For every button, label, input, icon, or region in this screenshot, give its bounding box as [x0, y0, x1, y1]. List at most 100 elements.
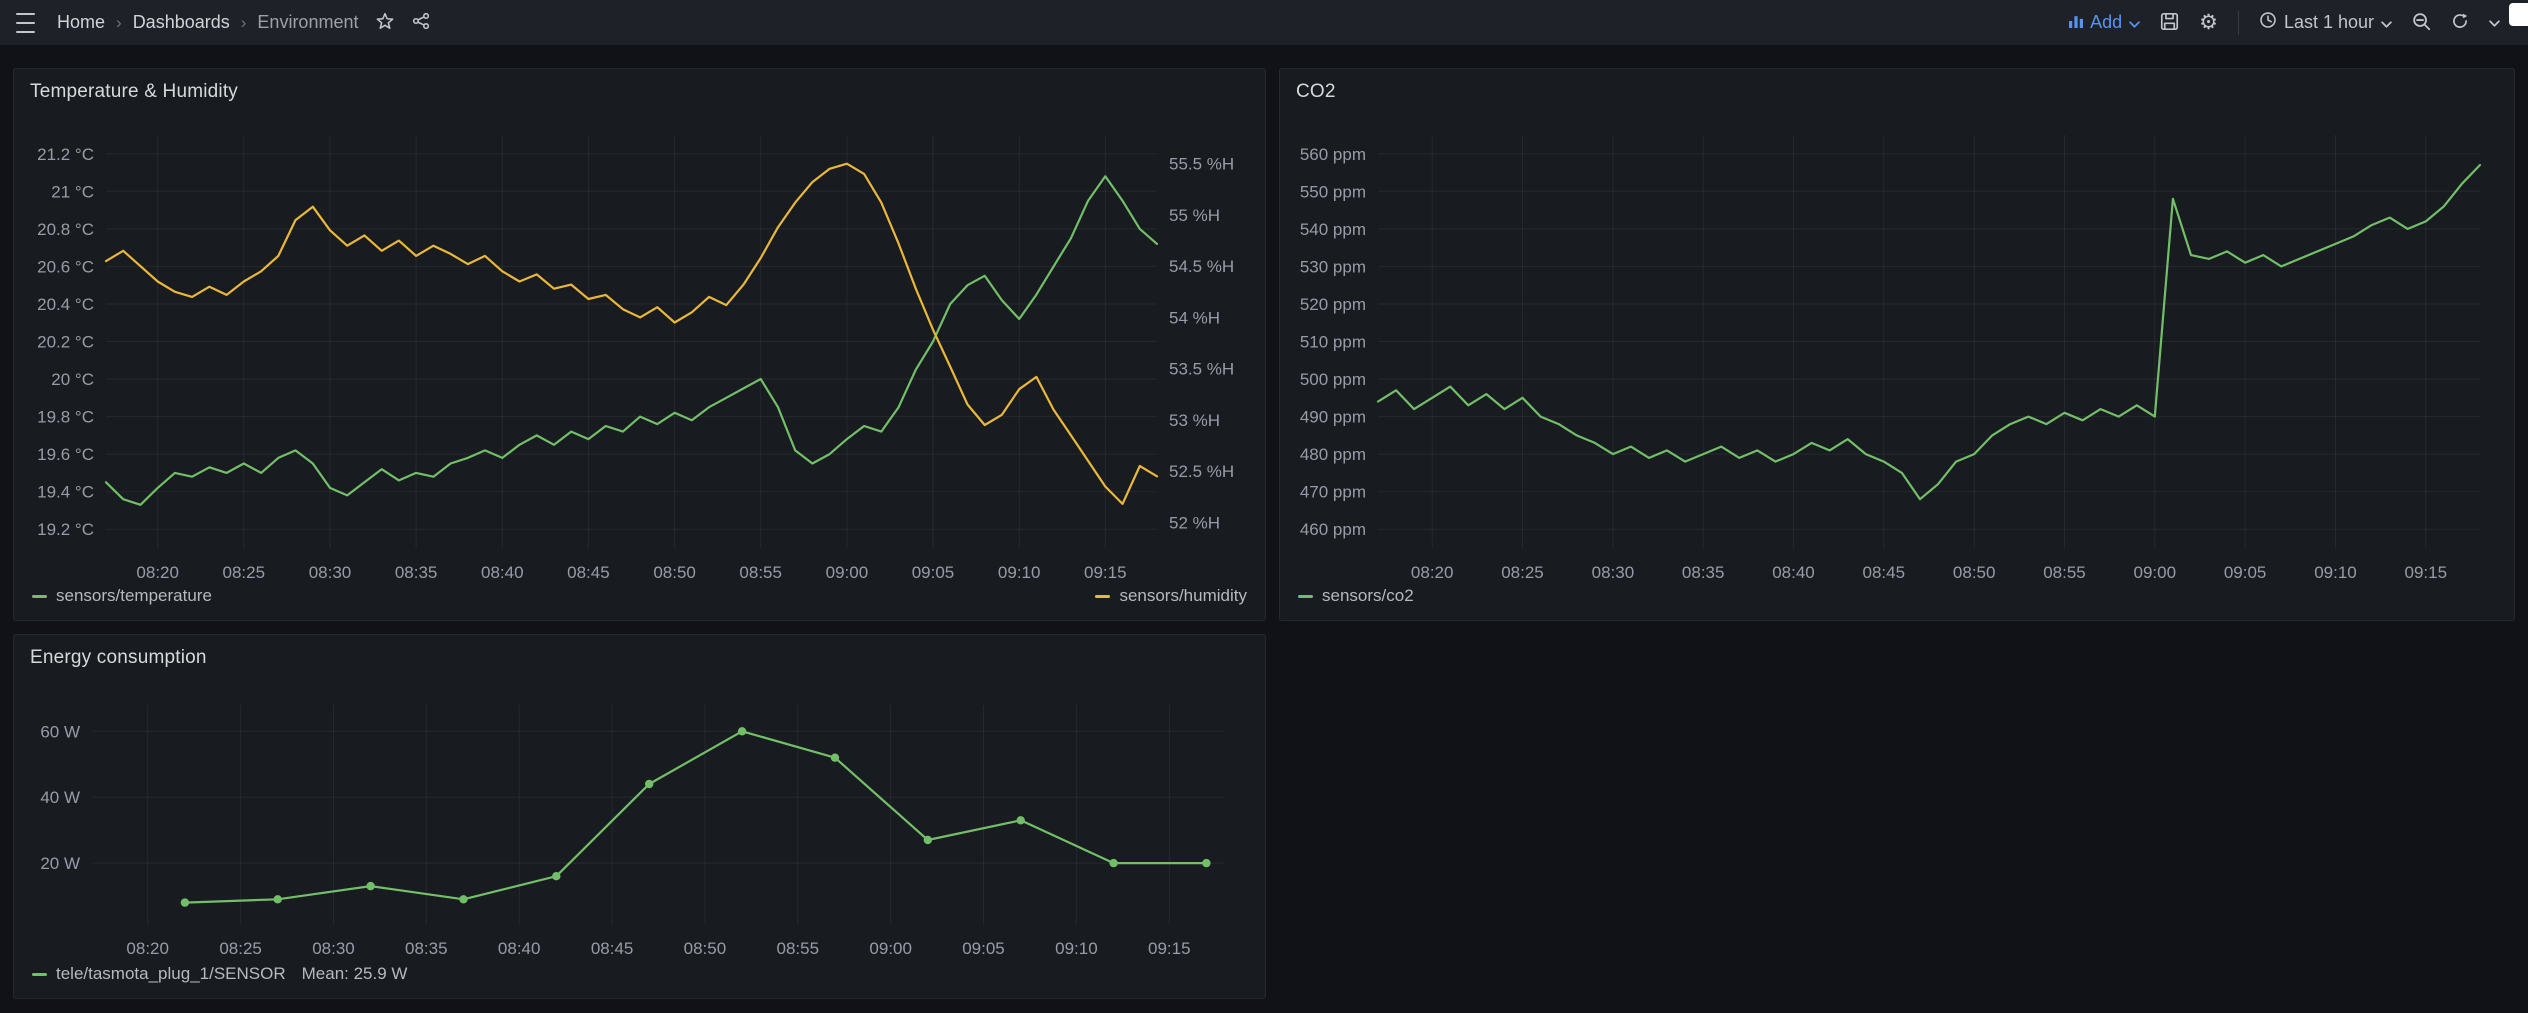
share-icon [412, 12, 430, 33]
svg-text:19.6 °C: 19.6 °C [37, 445, 94, 464]
svg-text:09:05: 09:05 [962, 939, 1005, 958]
svg-text:21 °C: 21 °C [51, 182, 94, 201]
svg-text:09:10: 09:10 [2314, 563, 2357, 580]
add-panel-icon [2069, 12, 2083, 33]
energy-chart[interactable]: 08:2008:2508:3008:3508:4008:4508:5008:55… [22, 679, 1257, 958]
clock-icon [2259, 11, 2277, 34]
panel-header[interactable]: CO2 [1280, 69, 2514, 113]
svg-text:08:55: 08:55 [2043, 563, 2086, 580]
share-dashboard-button[interactable] [412, 12, 430, 33]
svg-text:520 ppm: 520 ppm [1300, 295, 1366, 314]
svg-text:08:25: 08:25 [1501, 563, 1544, 580]
add-button-label: Add [2090, 12, 2122, 33]
dashboard-grid: Temperature & Humidity 08:20 08:25 08:30 08… [0, 45, 2528, 999]
legend-item-co2[interactable]: sensors/co2 [1298, 586, 1414, 606]
svg-text:08:40: 08:40 [1772, 563, 1815, 580]
temperature-humidity-chart[interactable]: 08:2008:2508:3008:3508:4008:4508:5008:55… [22, 113, 1257, 580]
svg-text:55 %H: 55 %H [1169, 206, 1220, 225]
svg-text:08:45: 08:45 [567, 563, 610, 580]
breadcrumb-home[interactable]: Home [57, 12, 105, 33]
dashboard-settings-button[interactable]: ⚙ [2199, 12, 2218, 33]
chevron-down-icon [2381, 12, 2392, 33]
svg-text:54 %H: 54 %H [1169, 308, 1220, 327]
svg-text:08:35: 08:35 [1682, 563, 1725, 580]
panel-title: Temperature & Humidity [30, 81, 238, 102]
svg-text:08:45: 08:45 [1863, 563, 1906, 580]
svg-text:510 ppm: 510 ppm [1300, 333, 1366, 352]
panel-co2: CO2 08:2008:2508:3008:3508:4008:4508:500… [1279, 68, 2515, 621]
chevron-down-icon [2129, 12, 2140, 33]
series-color-chip [1095, 595, 1110, 598]
svg-text:470 ppm: 470 ppm [1300, 483, 1366, 502]
svg-text:09:10: 09:10 [1055, 939, 1098, 958]
series-color-chip [32, 595, 47, 598]
svg-text:55.5 %H: 55.5 %H [1169, 155, 1234, 174]
co2-chart[interactable]: 08:2008:2508:3008:3508:4008:4508:5008:55… [1288, 113, 2506, 580]
breadcrumb-separator: › [241, 13, 247, 33]
svg-text:09:15: 09:15 [1084, 563, 1127, 580]
legend: tele/tasmota_plug_1/SENSOR Mean: 25.9 W [14, 958, 1265, 998]
legend-item-temperature[interactable]: sensors/temperature [32, 586, 212, 606]
panel-header[interactable]: Energy consumption [14, 635, 1265, 679]
svg-text:08:45: 08:45 [591, 939, 634, 958]
svg-text:20.6 °C: 20.6 °C [37, 257, 94, 276]
svg-text:52 %H: 52 %H [1169, 513, 1220, 532]
breadcrumb-dashboards[interactable]: Dashboards [133, 12, 230, 33]
svg-text:53.5 %H: 53.5 %H [1169, 360, 1234, 379]
panel-temperature-humidity: Temperature & Humidity 08:2008:2508:3008… [13, 68, 1266, 621]
legend-label: tele/tasmota_plug_1/SENSOR [56, 964, 286, 984]
add-button[interactable]: Add [2069, 12, 2140, 33]
legend-label: sensors/temperature [56, 586, 212, 606]
legend-mean-value: Mean: 25.9 W [302, 964, 408, 984]
save-dashboard-button[interactable] [2160, 12, 2179, 34]
svg-text:08:30: 08:30 [312, 939, 355, 958]
svg-text:20.8 °C: 20.8 °C [37, 220, 94, 239]
svg-text:490 ppm: 490 ppm [1300, 408, 1366, 427]
breadcrumb-environment: Environment [257, 12, 358, 33]
series-color-chip [32, 973, 47, 976]
svg-text:09:15: 09:15 [2405, 563, 2448, 580]
time-range-picker[interactable]: Last 1 hour [2259, 11, 2392, 34]
svg-text:40 W: 40 W [40, 788, 80, 807]
svg-text:540 ppm: 540 ppm [1300, 220, 1366, 239]
svg-text:08:55: 08:55 [777, 939, 820, 958]
svg-text:08:20: 08:20 [1411, 563, 1454, 580]
svg-text:08:35: 08:35 [395, 563, 438, 580]
svg-text:19.8 °C: 19.8 °C [37, 408, 94, 427]
breadcrumb-separator: › [116, 13, 122, 33]
refresh-button[interactable] [2451, 12, 2469, 33]
menu-toggle-button[interactable] [16, 13, 35, 33]
legend-item-energy[interactable]: tele/tasmota_plug_1/SENSOR [32, 964, 286, 984]
favorite-star-button[interactable] [376, 12, 394, 33]
svg-text:460 ppm: 460 ppm [1300, 520, 1366, 539]
svg-text:20 °C: 20 °C [51, 370, 94, 389]
legend-label: sensors/humidity [1119, 586, 1247, 606]
svg-text:20.4 °C: 20.4 °C [37, 295, 94, 314]
svg-text:560 ppm: 560 ppm [1300, 145, 1366, 164]
svg-text:08:50: 08:50 [1953, 563, 1996, 580]
chevron-down-icon [2489, 15, 2500, 30]
svg-text:54.5 %H: 54.5 %H [1169, 257, 1234, 276]
svg-text:09:00: 09:00 [869, 939, 912, 958]
scrollbar-artifact [2509, 3, 2528, 26]
svg-text:08:40: 08:40 [481, 563, 524, 580]
svg-text:09:15: 09:15 [1148, 939, 1191, 958]
svg-text:20 W: 20 W [40, 854, 80, 873]
svg-text:08:35: 08:35 [405, 939, 448, 958]
svg-text:480 ppm: 480 ppm [1300, 445, 1366, 464]
svg-text:500 ppm: 500 ppm [1300, 370, 1366, 389]
panel-title: Energy consumption [30, 647, 207, 668]
svg-text:08:55: 08:55 [739, 563, 782, 580]
legend: sensors/co2 [1280, 580, 2514, 620]
panel-header[interactable]: Temperature & Humidity [14, 69, 1265, 113]
svg-text:530 ppm: 530 ppm [1300, 257, 1366, 276]
svg-text:53 %H: 53 %H [1169, 411, 1220, 430]
svg-text:09:10: 09:10 [998, 563, 1041, 580]
refresh-interval-dropdown[interactable] [2489, 15, 2500, 30]
legend-item-humidity[interactable]: sensors/humidity [1095, 586, 1247, 606]
zoom-out-time-button[interactable] [2412, 12, 2431, 34]
svg-text:09:05: 09:05 [2224, 563, 2267, 580]
nav-actions: Add ⚙ Last 1 hour [2069, 11, 2500, 35]
time-range-label: Last 1 hour [2284, 12, 2374, 33]
nav-divider [2238, 11, 2239, 35]
